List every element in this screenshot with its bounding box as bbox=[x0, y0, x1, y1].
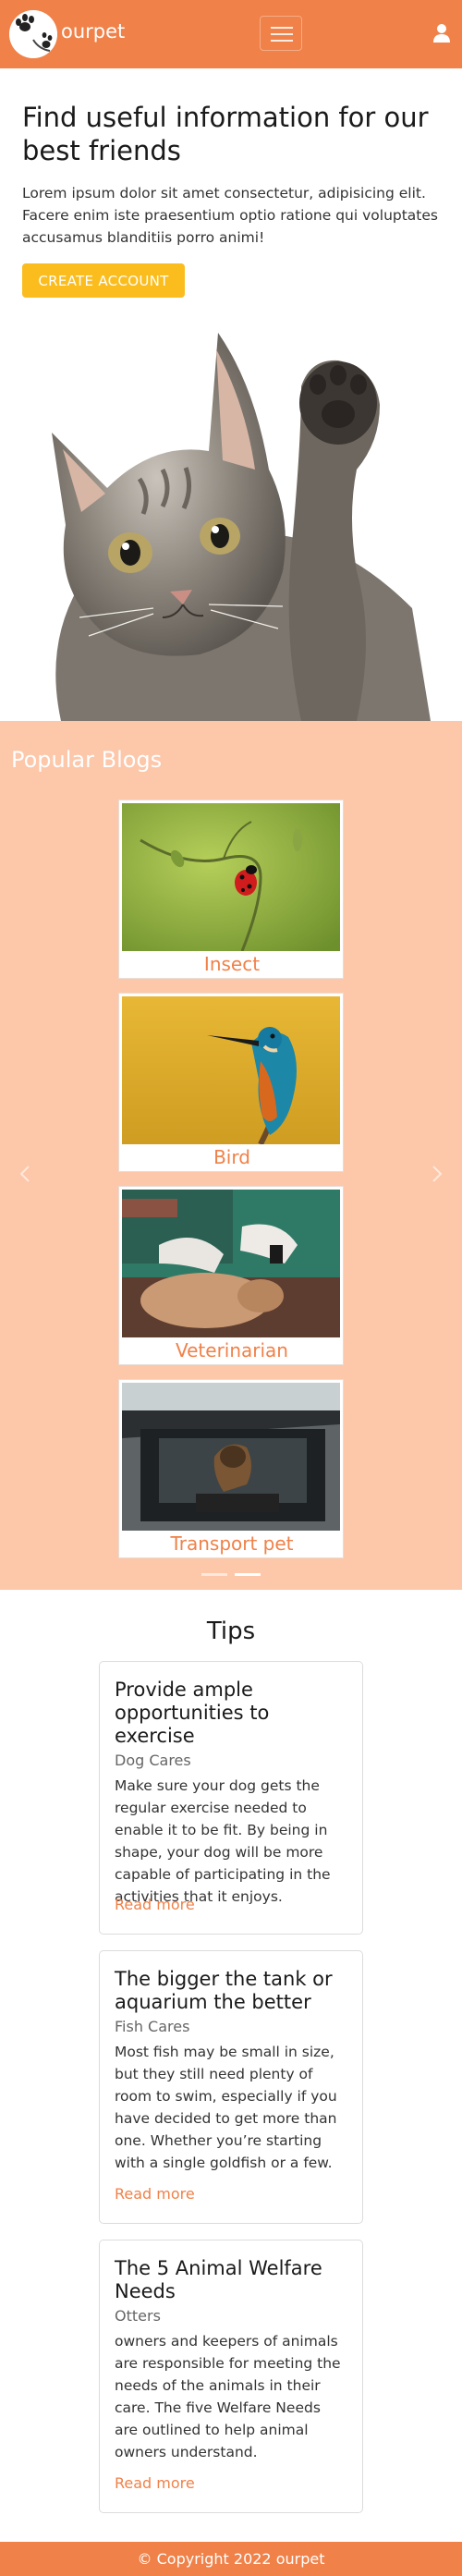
blog-card-label: Transport pet bbox=[170, 1532, 294, 1555]
tip-card: Provide ample opportunities to exercise … bbox=[99, 1661, 363, 1935]
blog-card-label: Bird bbox=[213, 1146, 250, 1168]
logo[interactable] bbox=[9, 10, 57, 58]
tip-text: Most fish may be small in size, but they… bbox=[115, 2044, 337, 2171]
carousel-indicator-active[interactable] bbox=[235, 1573, 261, 1576]
blog-card-insect[interactable]: Insect bbox=[118, 800, 344, 979]
tip-subtitle: Otters bbox=[115, 2307, 161, 2325]
brand-name[interactable]: ourpet bbox=[61, 20, 125, 43]
tip-card: The 5 Animal Welfare Needs Otters owners… bbox=[99, 2240, 363, 2513]
copyright-text: © Copyright 2022 ourpet bbox=[137, 2550, 325, 2568]
blog-card-transport-pet[interactable]: Transport pet bbox=[118, 1379, 344, 1558]
blog-card-bird[interactable]: Bird bbox=[118, 993, 344, 1172]
popular-blogs-section: Popular Blogs Insect Bird Veterinarian T… bbox=[0, 721, 462, 1590]
veterinarian-image bbox=[122, 1190, 340, 1337]
read-more-link[interactable]: Read more bbox=[115, 1896, 195, 1913]
blog-card-label: Veterinarian bbox=[175, 1339, 288, 1361]
transport-pet-image bbox=[122, 1383, 340, 1531]
user-icon[interactable] bbox=[433, 23, 450, 43]
tips-title: Tips bbox=[206, 1618, 256, 1645]
navbar: ourpet bbox=[0, 0, 462, 68]
carousel-prev-icon[interactable] bbox=[18, 1165, 31, 1183]
tip-subtitle: Fish Cares bbox=[115, 2018, 190, 2035]
paw-logo-icon bbox=[9, 10, 57, 58]
bird-image bbox=[122, 996, 340, 1144]
carousel-next-icon[interactable] bbox=[431, 1165, 444, 1183]
tip-title: The 5 Animal Welfare Needs bbox=[115, 2257, 322, 2302]
create-account-button[interactable]: CREATE ACCOUNT bbox=[22, 263, 185, 298]
read-more-link[interactable]: Read more bbox=[115, 2474, 195, 2492]
hero-text: Lorem ipsum dolor sit amet consectetur, … bbox=[22, 185, 438, 246]
hamburger-icon bbox=[271, 27, 293, 29]
read-more-link[interactable]: Read more bbox=[115, 2185, 195, 2203]
hero-cat-image bbox=[52, 333, 431, 721]
carousel-indicators bbox=[201, 1573, 262, 1577]
tip-text: Make sure your dog gets the regular exer… bbox=[115, 1777, 331, 1905]
blog-card-label: Insect bbox=[203, 953, 261, 975]
carousel-indicator[interactable] bbox=[201, 1573, 227, 1576]
blog-card-veterinarian[interactable]: Veterinarian bbox=[118, 1186, 344, 1365]
tip-text: owners and keepers of animals are respon… bbox=[115, 2333, 341, 2460]
insect-image bbox=[122, 803, 340, 951]
tip-title: Provide ample opportunities to exercise bbox=[115, 1679, 270, 1747]
hero-title: Find useful information for our best fri… bbox=[22, 102, 429, 166]
tip-card: The bigger the tank or aquarium the bett… bbox=[99, 1950, 363, 2224]
blogs-title: Popular Blogs bbox=[11, 747, 163, 773]
tip-title: The bigger the tank or aquarium the bett… bbox=[115, 1968, 333, 2013]
menu-toggle-button[interactable] bbox=[260, 16, 302, 51]
tip-subtitle: Dog Cares bbox=[115, 1752, 191, 1769]
footer: © Copyright 2022 ourpet bbox=[0, 2542, 462, 2576]
